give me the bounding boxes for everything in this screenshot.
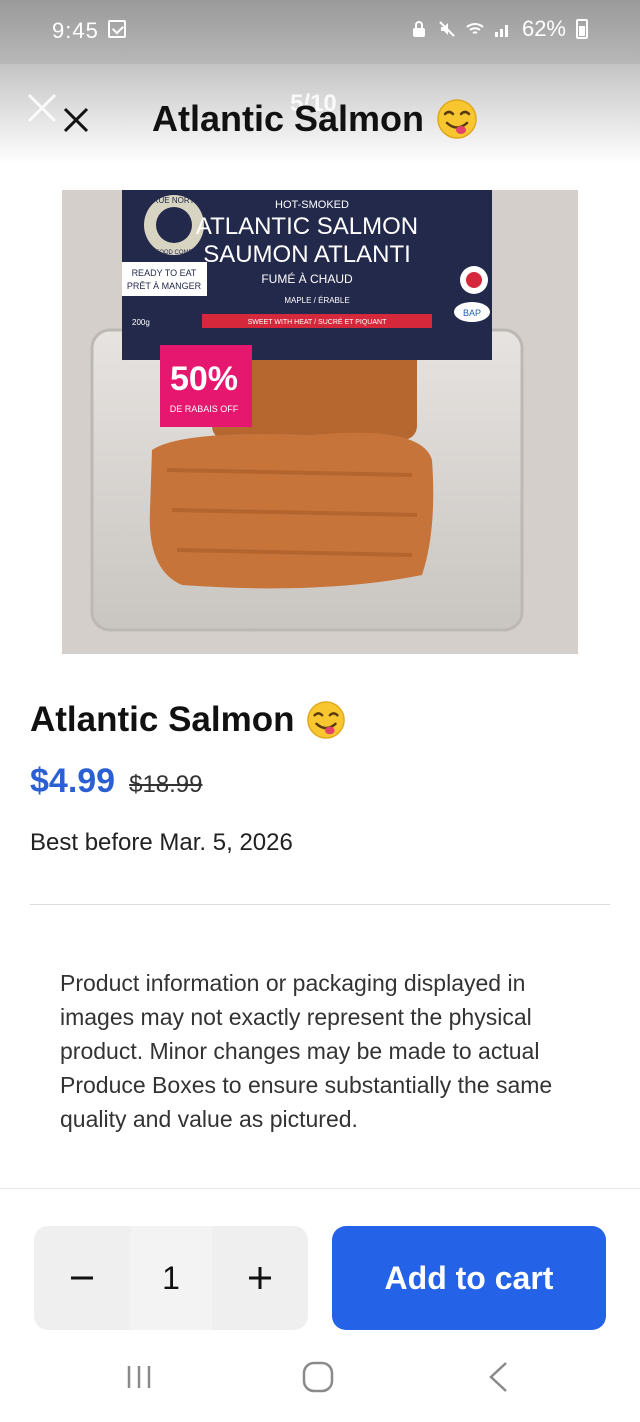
signal-icon — [494, 25, 508, 37]
face-savoring-food-emoji-icon — [307, 701, 346, 739]
brand-sub-text: SEAFOOD COMPANY — [144, 250, 205, 256]
weight-text: 200g — [132, 318, 150, 327]
page-title: Atlantic Salmon — [152, 98, 425, 139]
header-title-row: Atlantic Salmon — [152, 94, 478, 144]
home-icon[interactable] — [301, 1360, 335, 1394]
status-bar: 9:45 62% — [0, 0, 640, 64]
kicker-text: HOT-SMOKED — [275, 199, 349, 211]
quantity-stepper: 1 — [34, 1226, 308, 1330]
add-to-cart-button[interactable]: Add to cart — [332, 1226, 606, 1330]
lock-icon — [412, 21, 425, 37]
product-photo: TRUE NORTH SEAFOOD COMPANY HOT-SMOKED AT… — [62, 190, 578, 654]
mute-icon — [439, 21, 455, 37]
increase-quantity-button[interactable] — [212, 1226, 308, 1330]
wifi-icon — [466, 23, 484, 34]
taste-text: SWEET WITH HEAT / SUCRÉ ET PIQUANT — [248, 317, 387, 326]
sticker-percent: 50% — [170, 360, 238, 398]
back-icon[interactable] — [486, 1360, 510, 1394]
status-time: 9:45 — [52, 18, 99, 43]
quantity-value: 1 — [130, 1226, 212, 1330]
battery-percent: 62% — [521, 16, 566, 41]
product-name: Atlantic Salmon — [30, 700, 295, 739]
price-row: $4.99 $18.99 — [30, 762, 203, 801]
package-sub-fr: FUMÉ À CHAUD — [261, 271, 353, 286]
close-button[interactable] — [58, 102, 94, 138]
plus-icon — [249, 1267, 271, 1289]
bap-text: BAP — [463, 308, 481, 318]
battery-icon — [576, 19, 588, 39]
minus-icon — [71, 1276, 93, 1280]
header: 5/10 Atlantic Salmon — [0, 64, 640, 164]
product-name-row: Atlantic Salmon — [30, 700, 346, 740]
package-name-en: ATLANTIC SALMON — [196, 213, 418, 240]
gallery-notification-icon — [108, 20, 126, 38]
product-image[interactable]: TRUE NORTH SEAFOOD COMPANY HOT-SMOKED AT… — [62, 190, 578, 654]
flavour-text: MAPLE / ÉRABLE — [284, 296, 349, 305]
divider — [30, 904, 610, 905]
brand-text: TRUE NORTH — [148, 196, 201, 205]
decrease-quantity-button[interactable] — [34, 1226, 130, 1330]
ready-to-eat-text: READY TO EAT — [132, 268, 197, 278]
close-icon-ghost — [27, 93, 57, 123]
sticker-text: DE RABAIS OFF — [170, 404, 239, 414]
package-name-fr: SAUMON ATLANTI — [203, 241, 411, 268]
bottom-divider — [0, 1188, 640, 1189]
face-savoring-food-emoji-icon — [437, 99, 477, 139]
ready-fr-text: PRÊT À MANGER — [127, 281, 202, 291]
recent-apps-icon[interactable] — [124, 1362, 154, 1392]
disclaimer-text: Product information or packaging display… — [60, 970, 553, 1132]
status-icons: 62% — [410, 16, 588, 42]
best-before-date: Best before Mar. 5, 2026 — [30, 829, 293, 856]
current-price: $4.99 — [30, 762, 116, 800]
original-price: $18.99 — [129, 771, 203, 798]
